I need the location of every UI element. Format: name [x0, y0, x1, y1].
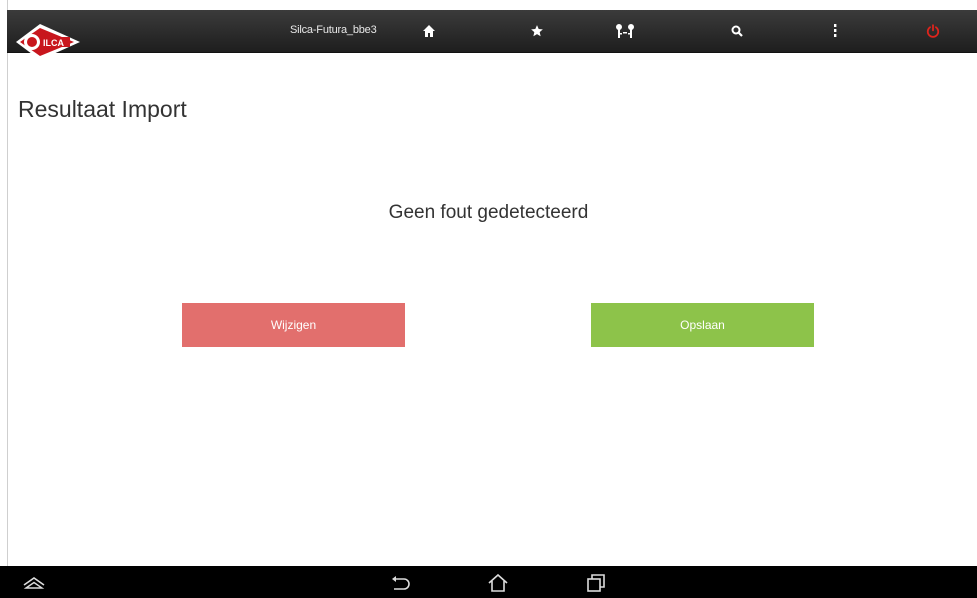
more-vertical-icon[interactable]	[823, 20, 847, 42]
result-message: Geen fout gedetecteerd	[388, 202, 589, 223]
expand-icon[interactable]	[20, 570, 48, 596]
system-nav-bar	[0, 566, 977, 598]
device-name: Silca-Futura_bbe3	[290, 24, 377, 36]
svg-text:ILCA: ILCA	[43, 38, 64, 48]
top-app-bar: Silca-Futura_bbe3	[7, 10, 977, 53]
keys-icon[interactable]	[613, 20, 637, 42]
silca-logo: ILCA	[12, 20, 82, 64]
save-button[interactable]: Opslaan	[591, 303, 814, 347]
star-icon[interactable]	[525, 20, 549, 42]
app-screen: Silca-Futura_bbe3 ILCA Resultaat Import …	[0, 0, 977, 598]
page-title: Resultaat Import	[18, 96, 187, 122]
recent-apps-icon[interactable]	[582, 570, 610, 596]
nav-home-icon[interactable]	[484, 570, 512, 596]
search-icon[interactable]	[725, 20, 749, 42]
power-icon[interactable]	[921, 20, 945, 42]
home-icon[interactable]	[417, 20, 441, 42]
device-edge	[7, 0, 8, 566]
back-icon[interactable]	[386, 570, 414, 596]
edit-button[interactable]: Wijzigen	[182, 303, 405, 347]
